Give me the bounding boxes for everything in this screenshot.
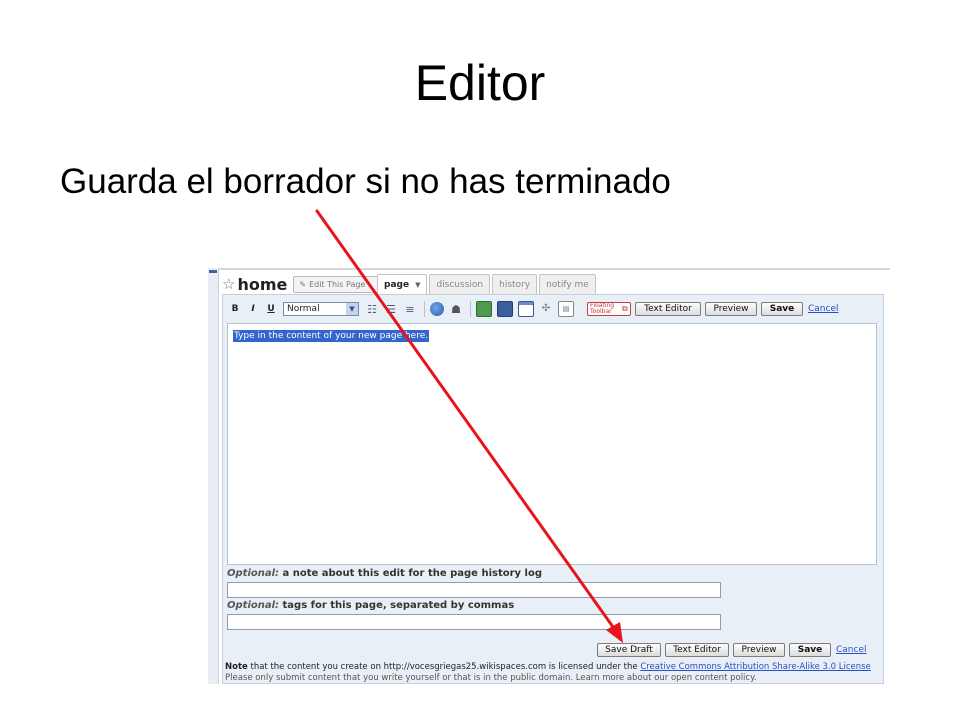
numbered-list-icon[interactable]: ☷ xyxy=(365,302,379,316)
edit-note-label: Optional: a note about this edit for the… xyxy=(227,568,542,579)
optional-label: Optional: xyxy=(227,568,280,579)
format-select[interactable]: Normal ▼ xyxy=(283,302,359,316)
code-icon[interactable]: ▤ xyxy=(558,301,574,317)
format-select-value: Normal xyxy=(287,304,320,314)
top-divider xyxy=(218,268,890,270)
tab-discussion-label: discussion xyxy=(436,279,484,290)
underline-button[interactable]: U xyxy=(263,301,279,317)
tab-page[interactable]: page ▼ xyxy=(377,274,428,295)
tags-label: Optional: tags for this page, separated … xyxy=(227,600,514,611)
page-tabs: page ▼ discussion history notify me xyxy=(377,274,598,295)
toolbar-separator xyxy=(424,301,425,317)
save-button-bottom[interactable]: Save xyxy=(789,643,831,657)
cancel-link-bottom[interactable]: Cancel xyxy=(836,645,867,655)
tab-discussion[interactable]: discussion xyxy=(429,274,491,294)
star-icon[interactable]: ☆ xyxy=(222,276,235,292)
optional-label: Optional: xyxy=(227,600,280,611)
bottom-button-row: Save Draft Text Editor Preview Save Canc… xyxy=(593,643,867,657)
page-link-icon[interactable]: ☗ xyxy=(449,302,463,316)
edit-note-label-text: a note about this edit for the page hist… xyxy=(279,568,543,579)
horizontal-rule-icon[interactable]: ≡ xyxy=(403,302,417,316)
page-title-row: ☆ home ✎ Edit This Page xyxy=(222,274,384,294)
slide-bullet-text: Guarda el borrador si no has terminado xyxy=(60,162,671,201)
tab-notify-me[interactable]: notify me xyxy=(539,274,596,294)
text-editor-button-bottom[interactable]: Text Editor xyxy=(665,643,729,657)
link-globe-icon[interactable] xyxy=(430,302,444,316)
license-notice-line-2: Please only submit content that you writ… xyxy=(225,673,757,683)
pencil-icon: ✎ xyxy=(299,279,307,289)
left-sidebar-strip xyxy=(208,268,219,684)
floating-toolbar-button[interactable]: Floating Toolbar ⧉ xyxy=(587,302,631,316)
chevron-down-icon: ▼ xyxy=(346,303,358,315)
edit-this-page-label: Edit This Page xyxy=(309,279,366,289)
page-title: home xyxy=(237,274,288,294)
content-placeholder-text: Type in the content of your new page her… xyxy=(233,330,430,342)
insert-table-icon[interactable] xyxy=(518,301,534,317)
tags-input[interactable] xyxy=(227,614,721,630)
cancel-link[interactable]: Cancel xyxy=(808,304,839,314)
preview-button[interactable]: Preview xyxy=(705,302,757,316)
tab-history-label: history xyxy=(499,279,531,290)
edit-this-page-button[interactable]: ✎ Edit This Page xyxy=(293,275,384,293)
license-link[interactable]: Creative Commons Attribution Share-Alike… xyxy=(640,662,870,672)
toolbar-separator xyxy=(470,301,471,317)
edit-note-input[interactable] xyxy=(227,582,721,598)
floating-toolbar-icon: ⧉ xyxy=(622,304,628,313)
italic-button[interactable]: I xyxy=(245,301,261,317)
tags-label-text: tags for this page, separated by commas xyxy=(279,600,515,611)
text-editor-button[interactable]: Text Editor xyxy=(635,302,701,316)
preview-button-bottom[interactable]: Preview xyxy=(733,643,785,657)
tab-page-label: page xyxy=(384,280,410,290)
tab-history[interactable]: history xyxy=(492,274,538,294)
widget-icon[interactable]: ✣ xyxy=(539,302,553,316)
save-draft-button[interactable]: Save Draft xyxy=(597,643,661,657)
insert-image-icon[interactable] xyxy=(476,301,492,317)
slide-title: Editor xyxy=(414,55,546,111)
bulleted-list-icon[interactable]: ☰ xyxy=(384,302,398,316)
editor-panel: B I U Normal ▼ ☷ ☰ ≡ ☗ ✣ ▤ Floating Tool… xyxy=(222,294,884,684)
bold-button[interactable]: B xyxy=(227,301,243,317)
insert-file-icon[interactable] xyxy=(497,301,513,317)
tab-notify-me-label: notify me xyxy=(546,279,589,290)
notice-text: that the content you create on http://vo… xyxy=(247,662,641,672)
license-notice: Note that the content you create on http… xyxy=(225,662,885,673)
content-editor-area[interactable]: Type in the content of your new page her… xyxy=(227,323,877,565)
save-button[interactable]: Save xyxy=(761,302,803,316)
wiki-editor-screenshot: ☆ home ✎ Edit This Page page ▼ discussio… xyxy=(208,268,890,684)
chevron-down-icon: ▼ xyxy=(415,281,421,289)
editor-toolbar: B I U Normal ▼ ☷ ☰ ≡ ☗ ✣ ▤ Floating Tool… xyxy=(227,299,879,319)
notice-note-bold: Note xyxy=(225,662,248,672)
floating-toolbar-label: Floating Toolbar xyxy=(590,302,615,315)
